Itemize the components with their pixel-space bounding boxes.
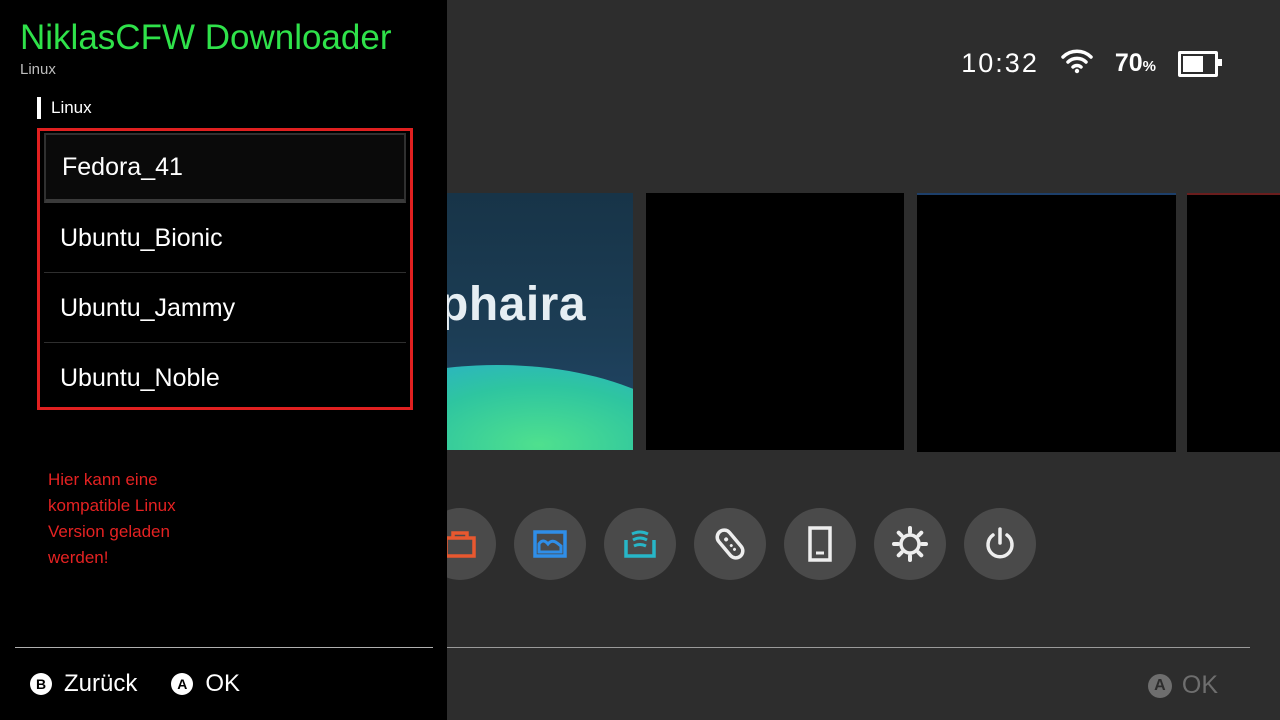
- section-marker: [37, 97, 41, 119]
- a-button-icon: A: [171, 673, 194, 695]
- list-item-ubuntu-noble[interactable]: Ubuntu_Noble: [44, 343, 406, 413]
- game-tile-logo-text: phaira: [447, 278, 587, 331]
- news-button[interactable]: [604, 508, 676, 580]
- back-label: Zurück: [64, 670, 138, 697]
- battery-icon: [1178, 50, 1222, 77]
- distro-list: Fedora_41 Ubuntu_Bionic Ubuntu_Jammy Ubu…: [37, 128, 413, 410]
- list-item-fedora-41[interactable]: Fedora_41: [44, 133, 406, 203]
- settings-button[interactable]: [874, 508, 946, 580]
- section-header: Linux: [37, 97, 92, 119]
- app-subtitle: Linux: [20, 61, 56, 78]
- album-icon: [533, 530, 567, 558]
- game-tile-4[interactable]: [1187, 193, 1280, 452]
- ok-label: OK: [205, 670, 241, 697]
- controllers-button[interactable]: [694, 508, 766, 580]
- app-title: NiklasCFW Downloader: [20, 18, 392, 57]
- list-item-label: Fedora_41: [62, 152, 183, 181]
- section-label: Linux: [51, 98, 92, 117]
- list-item-label: Ubuntu_Jammy: [60, 293, 236, 322]
- clock: 10:32: [961, 48, 1039, 78]
- battery-percent: 70%: [1114, 49, 1156, 77]
- home-ok-label: OK: [1181, 671, 1218, 699]
- footer-controls: B Zurück A OK: [30, 670, 264, 698]
- controllers-icon: [715, 528, 745, 560]
- home-ok-hint: A OK: [1147, 671, 1218, 700]
- news-icon: [624, 530, 656, 558]
- game-tile-2[interactable]: [646, 193, 904, 450]
- system-update-button[interactable]: [784, 508, 856, 580]
- game-tile-sephaira[interactable]: phaira: [447, 193, 633, 450]
- album-button[interactable]: [514, 508, 586, 580]
- home-dock: [424, 508, 1036, 580]
- ok-control[interactable]: A OK: [171, 670, 240, 698]
- list-item-ubuntu-bionic[interactable]: Ubuntu_Bionic: [44, 203, 406, 273]
- game-art-wave: [447, 365, 633, 450]
- game-tile-3[interactable]: [917, 193, 1176, 452]
- status-bar: 10:32 70%: [961, 48, 1222, 79]
- hint-text: Hier kann eine kompatible Linux Version …: [48, 470, 176, 567]
- list-item-ubuntu-jammy[interactable]: Ubuntu_Jammy: [44, 273, 406, 343]
- a-button-icon: A: [1147, 673, 1172, 698]
- system-update-icon: [808, 526, 832, 562]
- power-button[interactable]: [964, 508, 1036, 580]
- wifi-icon: [1061, 48, 1093, 79]
- b-button-icon: B: [30, 673, 52, 695]
- home-footer-divider: [447, 647, 1250, 648]
- list-item-label: Ubuntu_Bionic: [60, 223, 223, 252]
- power-icon: [986, 527, 1014, 559]
- settings-icon: [892, 526, 928, 562]
- footer-divider: [15, 647, 433, 648]
- back-control[interactable]: B Zurück: [30, 670, 137, 698]
- list-item-label: Ubuntu_Noble: [60, 363, 220, 392]
- downloader-panel: NiklasCFW Downloader Linux Linux Fedora_…: [0, 0, 447, 720]
